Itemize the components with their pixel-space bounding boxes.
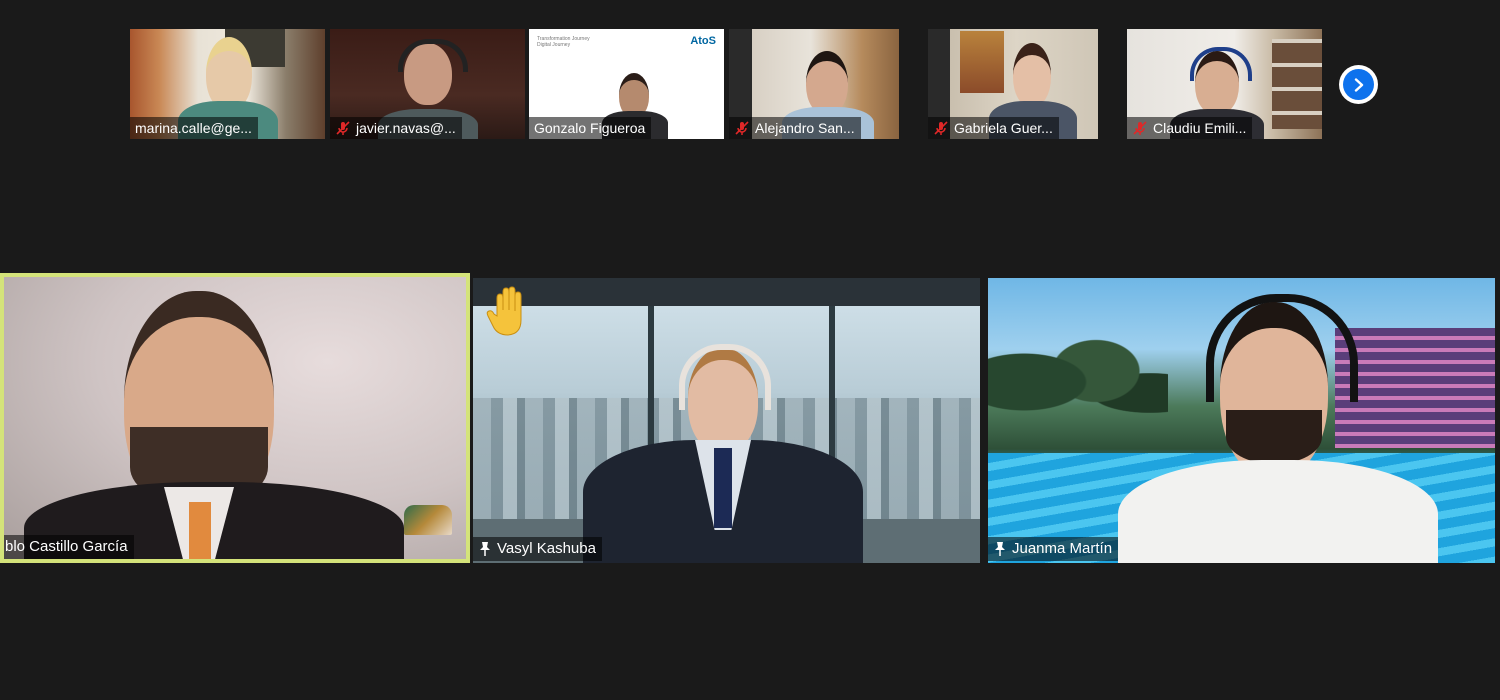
participant-thumbnail[interactable]: Transformation Journey Digital Journey A… — [529, 29, 724, 139]
participant-name-tag: Alejandro San... — [729, 117, 861, 139]
chevron-right-icon — [1354, 77, 1363, 92]
participant-thumbnail[interactable]: javier.navas@... — [330, 29, 525, 139]
headphones — [1206, 294, 1358, 402]
participant-figure — [24, 277, 404, 559]
slide-line: Digital Journey — [537, 42, 571, 48]
raised-hand-icon — [486, 286, 522, 336]
ceiling — [473, 278, 980, 306]
video-gallery: marina.calle@ge... javier.navas@... Tran… — [0, 0, 1500, 700]
participant-name: Alejandro San... — [755, 120, 855, 136]
active-speaker-tile[interactable]: blo Castillo García — [0, 273, 470, 563]
participant-name: Juanma Martín — [1012, 540, 1113, 557]
shirt — [1118, 460, 1438, 563]
participant-name: marina.calle@ge... — [135, 120, 252, 136]
participant-thumbnail[interactable]: Gabriela Guer... — [928, 29, 1098, 139]
muted-microphone-icon — [735, 121, 749, 135]
participant-name: Claudiu Emili... — [1153, 120, 1247, 136]
next-page-button-face — [1343, 69, 1374, 100]
atos-logo: AtoS — [690, 35, 716, 47]
participant-tile[interactable]: Vasyl Kashuba — [473, 278, 980, 563]
participant-name-tag: Claudiu Emili... — [1127, 117, 1253, 139]
participant-figure — [583, 328, 863, 563]
tie — [189, 502, 211, 559]
bookshelf — [1272, 39, 1322, 129]
participant-tile[interactable]: Juanma Martín — [988, 278, 1495, 563]
next-page-button[interactable] — [1339, 65, 1378, 104]
participant-name: Gabriela Guer... — [954, 120, 1053, 136]
muted-microphone-icon — [336, 121, 350, 135]
participant-thumbnail[interactable]: Claudiu Emili... — [1127, 29, 1322, 139]
muted-microphone-icon — [934, 121, 948, 135]
participant-name-tag: Gonzalo Figueroa — [529, 117, 652, 139]
participant-name-tag: Juanma Martín — [988, 537, 1119, 561]
headphones — [679, 344, 771, 410]
participant-thumbnail[interactable]: Alejandro San... — [729, 29, 899, 139]
participant-figure — [1118, 292, 1438, 563]
participant-name-tag: Gabriela Guer... — [928, 117, 1059, 139]
slide-text: Transformation Journey Digital Journey — [537, 36, 590, 48]
participant-name: Vasyl Kashuba — [497, 540, 596, 557]
pin-icon — [480, 542, 490, 556]
desk-object — [404, 505, 452, 535]
pin-icon — [995, 542, 1005, 556]
participant-name: javier.navas@... — [356, 120, 456, 136]
beard — [1226, 410, 1322, 464]
participant-name: Gonzalo Figueroa — [534, 120, 646, 136]
participant-name: blo Castillo García — [5, 538, 128, 555]
participant-name-tag: javier.navas@... — [330, 117, 462, 139]
participant-thumbnail[interactable]: marina.calle@ge... — [130, 29, 325, 139]
muted-microphone-icon — [1133, 121, 1147, 135]
participant-name-tag: marina.calle@ge... — [130, 117, 258, 139]
participant-name-tag: Vasyl Kashuba — [473, 537, 602, 561]
tie — [714, 448, 732, 528]
participant-name-tag: blo Castillo García — [4, 535, 134, 559]
